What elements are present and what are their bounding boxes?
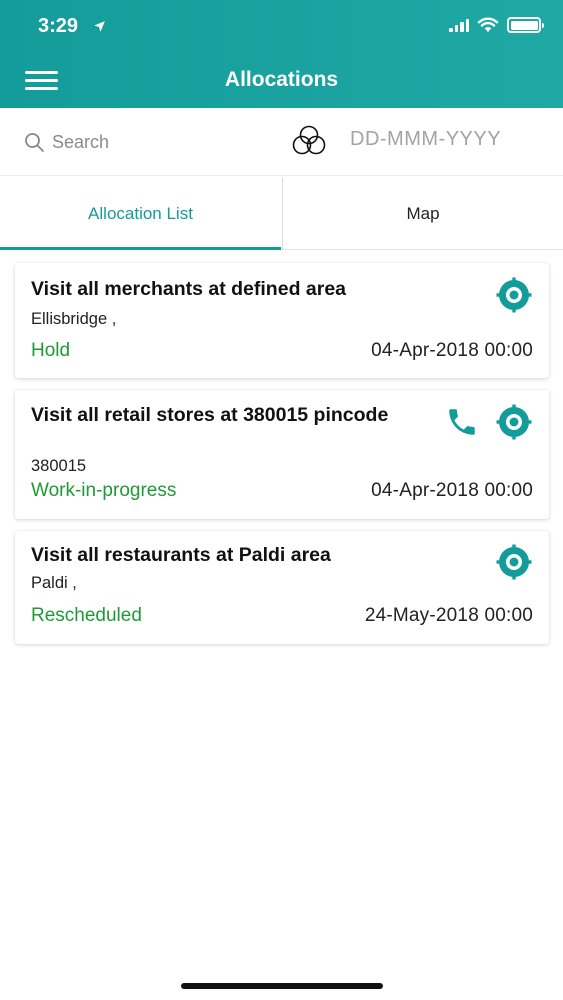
cellular-signal-icon [449,18,469,32]
allocation-card[interactable]: Visit all merchants at defined area Elli… [15,263,549,378]
search-icon [25,133,44,152]
status-indicators [449,17,544,33]
page-title: Allocations [224,68,339,91]
allocation-card[interactable]: Visit all restaurants at Paldi area Pald… [15,531,549,644]
target-icon[interactable] [495,543,533,581]
battery-icon [507,17,544,33]
status-time: 3:29 [38,15,79,37]
status-label: Rescheduled [31,605,142,626]
allocation-title: Visit all merchants at defined area [31,278,347,300]
allocation-datetime: 04-Apr-2018 00:00 [371,340,533,361]
allocation-title: Visit all restaurants at Paldi area [31,544,331,566]
wifi-icon [477,17,499,32]
date-field[interactable]: DD-MMM-YYYY [350,128,501,151]
tab-bar: Allocation List Map [0,178,563,250]
allocation-title: Visit all retail stores at 380015 pincod… [31,404,389,426]
status-label: Work-in-progress [31,480,177,501]
tab-allocation-list[interactable]: Allocation List [0,178,281,250]
phone-icon[interactable] [445,405,479,439]
target-icon[interactable] [495,403,533,441]
allocation-location: 380015 [31,457,87,475]
allocation-location: Ellisbridge , [31,310,117,328]
allocation-location: Paldi , [31,574,77,592]
allocation-card[interactable]: Visit all retail stores at 380015 pincod… [15,390,549,519]
allocation-datetime: 04-Apr-2018 00:00 [371,480,533,501]
location-arrow-icon [94,21,105,32]
status-bar: 3:29 [0,0,563,56]
home-indicator[interactable] [181,983,383,989]
tab-map[interactable]: Map [282,178,563,250]
search-input[interactable] [52,128,252,156]
target-icon[interactable] [495,276,533,314]
app-header: 3:29 Allocations [0,0,563,108]
allocation-datetime: 24-May-2018 00:00 [364,605,533,626]
status-label: Hold [31,340,71,361]
filter-icon[interactable] [290,124,328,156]
active-tab-indicator [0,247,281,250]
